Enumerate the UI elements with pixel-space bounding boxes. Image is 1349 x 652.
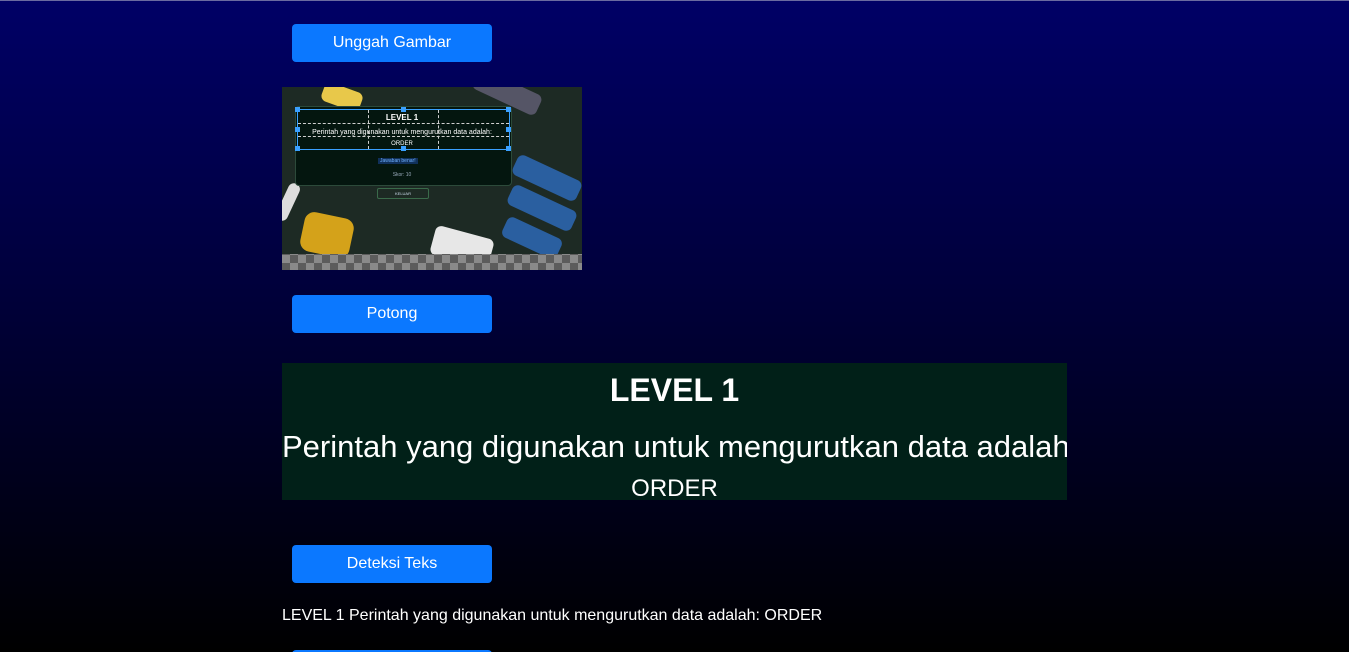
cropped-question: Perintah yang digunakan untuk mengurutka… (282, 429, 1067, 464)
cropped-title: LEVEL 1 (609, 372, 740, 408)
preview-exit-button: KELUAR (377, 188, 429, 199)
crop-guide (298, 123, 509, 124)
cropped-answer: ORDER (631, 475, 718, 500)
detect-text-button[interactable]: Deteksi Teks (292, 545, 492, 583)
crop-handle-e[interactable] (506, 127, 511, 132)
crop-handle-w[interactable] (295, 127, 300, 132)
crop-handle-nw[interactable] (295, 107, 300, 112)
cropped-result-image: LEVEL 1 Perintah yang digunakan untuk me… (282, 363, 1067, 500)
preview-score: Skor: 10 (392, 172, 412, 178)
crop-handle-n[interactable] (401, 107, 406, 112)
crop-handle-sw[interactable] (295, 146, 300, 151)
preview-correct-label: Jawaban benar! (378, 158, 418, 164)
top-border (0, 0, 1349, 1)
crop-selection-box[interactable] (295, 107, 511, 151)
crop-guide (368, 110, 369, 149)
decor-shape (298, 210, 356, 254)
crop-button[interactable]: Potong (292, 295, 492, 333)
crop-handle-s[interactable] (401, 146, 406, 151)
crop-handle-ne[interactable] (506, 107, 511, 112)
crop-guide (298, 136, 509, 137)
crop-handle-se[interactable] (506, 146, 511, 151)
decor-shape (429, 224, 495, 254)
decor-shape (282, 181, 302, 223)
upload-image-button[interactable]: Unggah Gambar (292, 24, 492, 62)
image-cropper[interactable]: LEVEL 1 Perintah yang digunakan untuk me… (282, 87, 582, 270)
crop-guide (438, 110, 439, 149)
detected-text-output: LEVEL 1 Perintah yang digunakan untuk me… (282, 607, 823, 624)
